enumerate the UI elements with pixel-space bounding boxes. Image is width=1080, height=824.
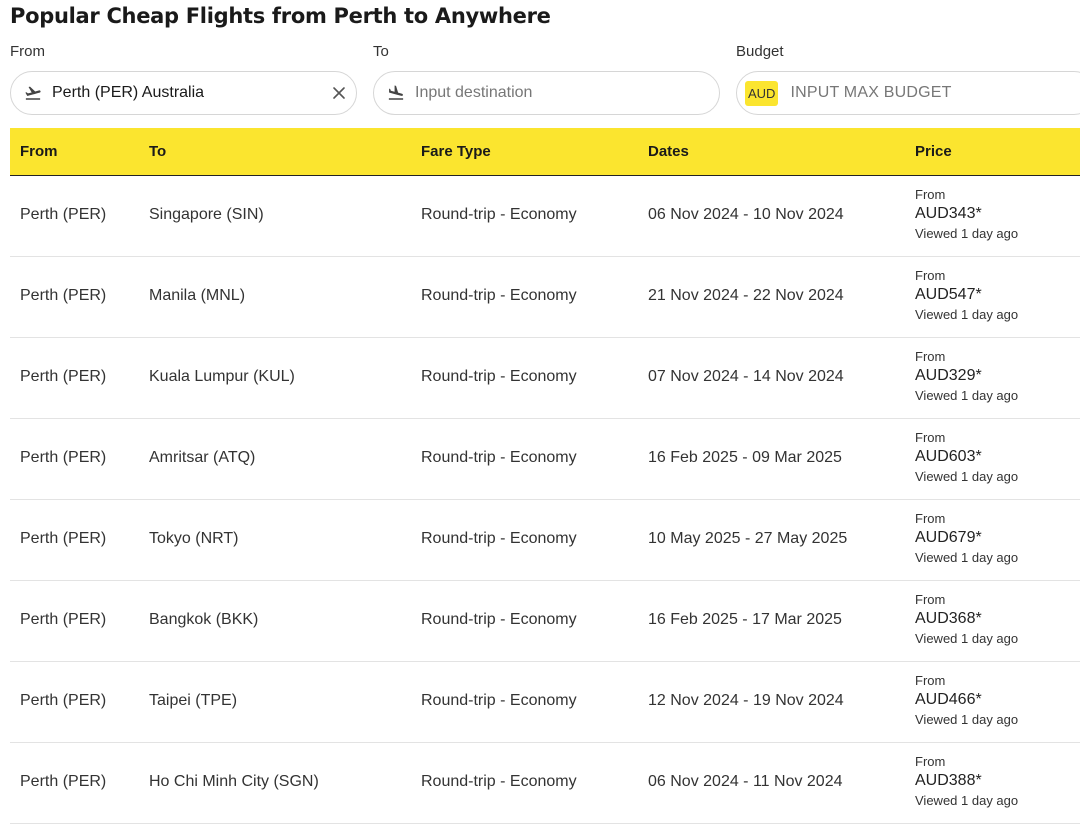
budget-field[interactable]: AUD INPUT MAX BUDGET xyxy=(736,71,1080,115)
to-field[interactable]: Input destination xyxy=(373,71,720,115)
cell-from: Perth (PER) xyxy=(20,773,107,790)
cell-from: Perth (PER) xyxy=(20,368,107,385)
viewed-timestamp: Viewed 1 day ago xyxy=(915,388,1019,403)
price-from-label: From xyxy=(915,349,946,364)
price-cell[interactable]: From AUD388* Viewed 1 day ago xyxy=(915,753,1018,810)
price-cell[interactable]: From AUD368* Viewed 1 day ago xyxy=(915,591,1018,648)
plane-arrival-icon xyxy=(387,84,405,102)
table-header: From To Fare Type Dates Price xyxy=(10,128,1080,176)
viewed-timestamp: Viewed 1 day ago xyxy=(915,469,1019,484)
cell-dates: 06 Nov 2024 - 11 Nov 2024 xyxy=(648,773,843,790)
cell-to[interactable]: Kuala Lumpur (KUL) xyxy=(149,368,295,386)
cell-dates: 10 May 2025 - 27 May 2025 xyxy=(648,530,848,547)
cell-to[interactable]: Tokyo (NRT) xyxy=(149,530,239,548)
destination-input[interactable]: Input destination xyxy=(415,84,532,102)
cell-fare-type: Round-trip - Economy xyxy=(421,206,577,223)
price-cell[interactable]: From AUD679* Viewed 1 day ago xyxy=(915,510,1018,567)
cell-from: Perth (PER) xyxy=(20,530,107,547)
cell-fare-type: Round-trip - Economy xyxy=(421,611,577,628)
price-cell[interactable]: From AUD466* Viewed 1 day ago xyxy=(915,672,1018,729)
price-amount[interactable]: AUD679* xyxy=(915,527,1018,549)
header-fare-type: Fare Type xyxy=(421,143,491,160)
cell-dates: 07 Nov 2024 - 14 Nov 2024 xyxy=(648,368,844,385)
cell-fare-type: Round-trip - Economy xyxy=(421,773,577,790)
price-from-label: From xyxy=(915,268,946,283)
from-input-value[interactable]: Perth (PER) Australia xyxy=(52,84,204,102)
price-amount[interactable]: AUD388* xyxy=(915,770,1018,792)
cell-fare-type: Round-trip - Economy xyxy=(421,449,577,466)
cell-dates: 12 Nov 2024 - 19 Nov 2024 xyxy=(648,692,844,709)
cell-to[interactable]: Taipei (TPE) xyxy=(149,692,237,710)
cell-fare-type: Round-trip - Economy xyxy=(421,692,577,709)
viewed-timestamp: Viewed 1 day ago xyxy=(915,550,1019,565)
from-label: From xyxy=(10,43,45,60)
cell-fare-type: Round-trip - Economy xyxy=(421,530,577,547)
cell-to[interactable]: Amritsar (ATQ) xyxy=(149,449,255,467)
cell-dates: 16 Feb 2025 - 17 Mar 2025 xyxy=(648,611,842,628)
price-cell[interactable]: From AUD343* Viewed 1 day ago xyxy=(915,186,1018,243)
header-price: Price xyxy=(915,143,952,160)
cell-from: Perth (PER) xyxy=(20,287,107,304)
price-cell[interactable]: From AUD329* Viewed 1 day ago xyxy=(915,348,1018,405)
header-from: From xyxy=(20,143,58,160)
price-amount[interactable]: AUD343* xyxy=(915,203,1018,225)
flights-table: From To Fare Type Dates Price Perth (PER… xyxy=(10,128,1080,824)
cell-dates: 21 Nov 2024 - 22 Nov 2024 xyxy=(648,287,844,304)
price-from-label: From xyxy=(915,511,946,526)
cell-from: Perth (PER) xyxy=(20,206,107,223)
plane-departure-icon xyxy=(24,84,42,102)
price-from-label: From xyxy=(915,673,946,688)
cell-fare-type: Round-trip - Economy xyxy=(421,287,577,304)
price-cell[interactable]: From AUD603* Viewed 1 day ago xyxy=(915,429,1018,486)
cell-from: Perth (PER) xyxy=(20,692,107,709)
page-title: Popular Cheap Flights from Perth to Anyw… xyxy=(10,4,551,28)
table-row[interactable]: Perth (PER) Kuala Lumpur (KUL) Round-trip … xyxy=(10,338,1080,419)
cell-to[interactable]: Singapore (SIN) xyxy=(149,206,264,224)
from-field[interactable]: Perth (PER) Australia xyxy=(10,71,357,115)
price-amount[interactable]: AUD547* xyxy=(915,284,1018,306)
table-row[interactable]: Perth (PER) Singapore (SIN) Round-trip - E… xyxy=(10,176,1080,257)
cell-from: Perth (PER) xyxy=(20,611,107,628)
cell-to[interactable]: Bangkok (BKK) xyxy=(149,611,258,629)
viewed-timestamp: Viewed 1 day ago xyxy=(915,226,1019,241)
price-from-label: From xyxy=(915,592,946,607)
price-from-label: From xyxy=(915,754,946,769)
viewed-timestamp: Viewed 1 day ago xyxy=(915,307,1019,322)
close-icon[interactable] xyxy=(332,86,346,100)
cell-to[interactable]: Manila (MNL) xyxy=(149,287,245,305)
price-from-label: From xyxy=(915,430,946,445)
header-to: To xyxy=(149,143,167,160)
table-row[interactable]: Perth (PER) Bangkok (BKK) Round-trip - Eco… xyxy=(10,581,1080,662)
cell-fare-type: Round-trip - Economy xyxy=(421,368,577,385)
currency-badge[interactable]: AUD xyxy=(745,80,779,106)
cell-from: Perth (PER) xyxy=(20,449,107,466)
price-amount[interactable]: AUD329* xyxy=(915,365,1018,387)
table-row[interactable]: Perth (PER) Taipei (TPE) Round-trip - Econ… xyxy=(10,662,1080,743)
header-dates: Dates xyxy=(648,143,689,160)
cell-to[interactable]: Ho Chi Minh City (SGN) xyxy=(149,773,319,791)
cell-dates: 16 Feb 2025 - 09 Mar 2025 xyxy=(648,449,842,466)
budget-label: Budget xyxy=(736,43,784,60)
table-row[interactable]: Perth (PER) Amritsar (ATQ) Round-trip - Ec… xyxy=(10,419,1080,500)
viewed-timestamp: Viewed 1 day ago xyxy=(915,793,1019,808)
price-amount[interactable]: AUD466* xyxy=(915,689,1018,711)
price-amount[interactable]: AUD368* xyxy=(915,608,1018,630)
table-row[interactable]: Perth (PER) Ho Chi Minh City (SGN) Round-t… xyxy=(10,743,1080,824)
price-cell[interactable]: From AUD547* Viewed 1 day ago xyxy=(915,267,1018,324)
viewed-timestamp: Viewed 1 day ago xyxy=(915,712,1019,727)
table-row[interactable]: Perth (PER) Tokyo (NRT) Round-trip - Econo… xyxy=(10,500,1080,581)
price-amount[interactable]: AUD603* xyxy=(915,446,1018,468)
viewed-timestamp: Viewed 1 day ago xyxy=(915,631,1019,646)
budget-input[interactable]: INPUT MAX BUDGET xyxy=(790,84,951,102)
price-from-label: From xyxy=(915,187,946,202)
table-row[interactable]: Perth (PER) Manila (MNL) Round-trip - Econ… xyxy=(10,257,1080,338)
cell-dates: 06 Nov 2024 - 10 Nov 2024 xyxy=(648,206,844,223)
to-label: To xyxy=(373,43,389,60)
